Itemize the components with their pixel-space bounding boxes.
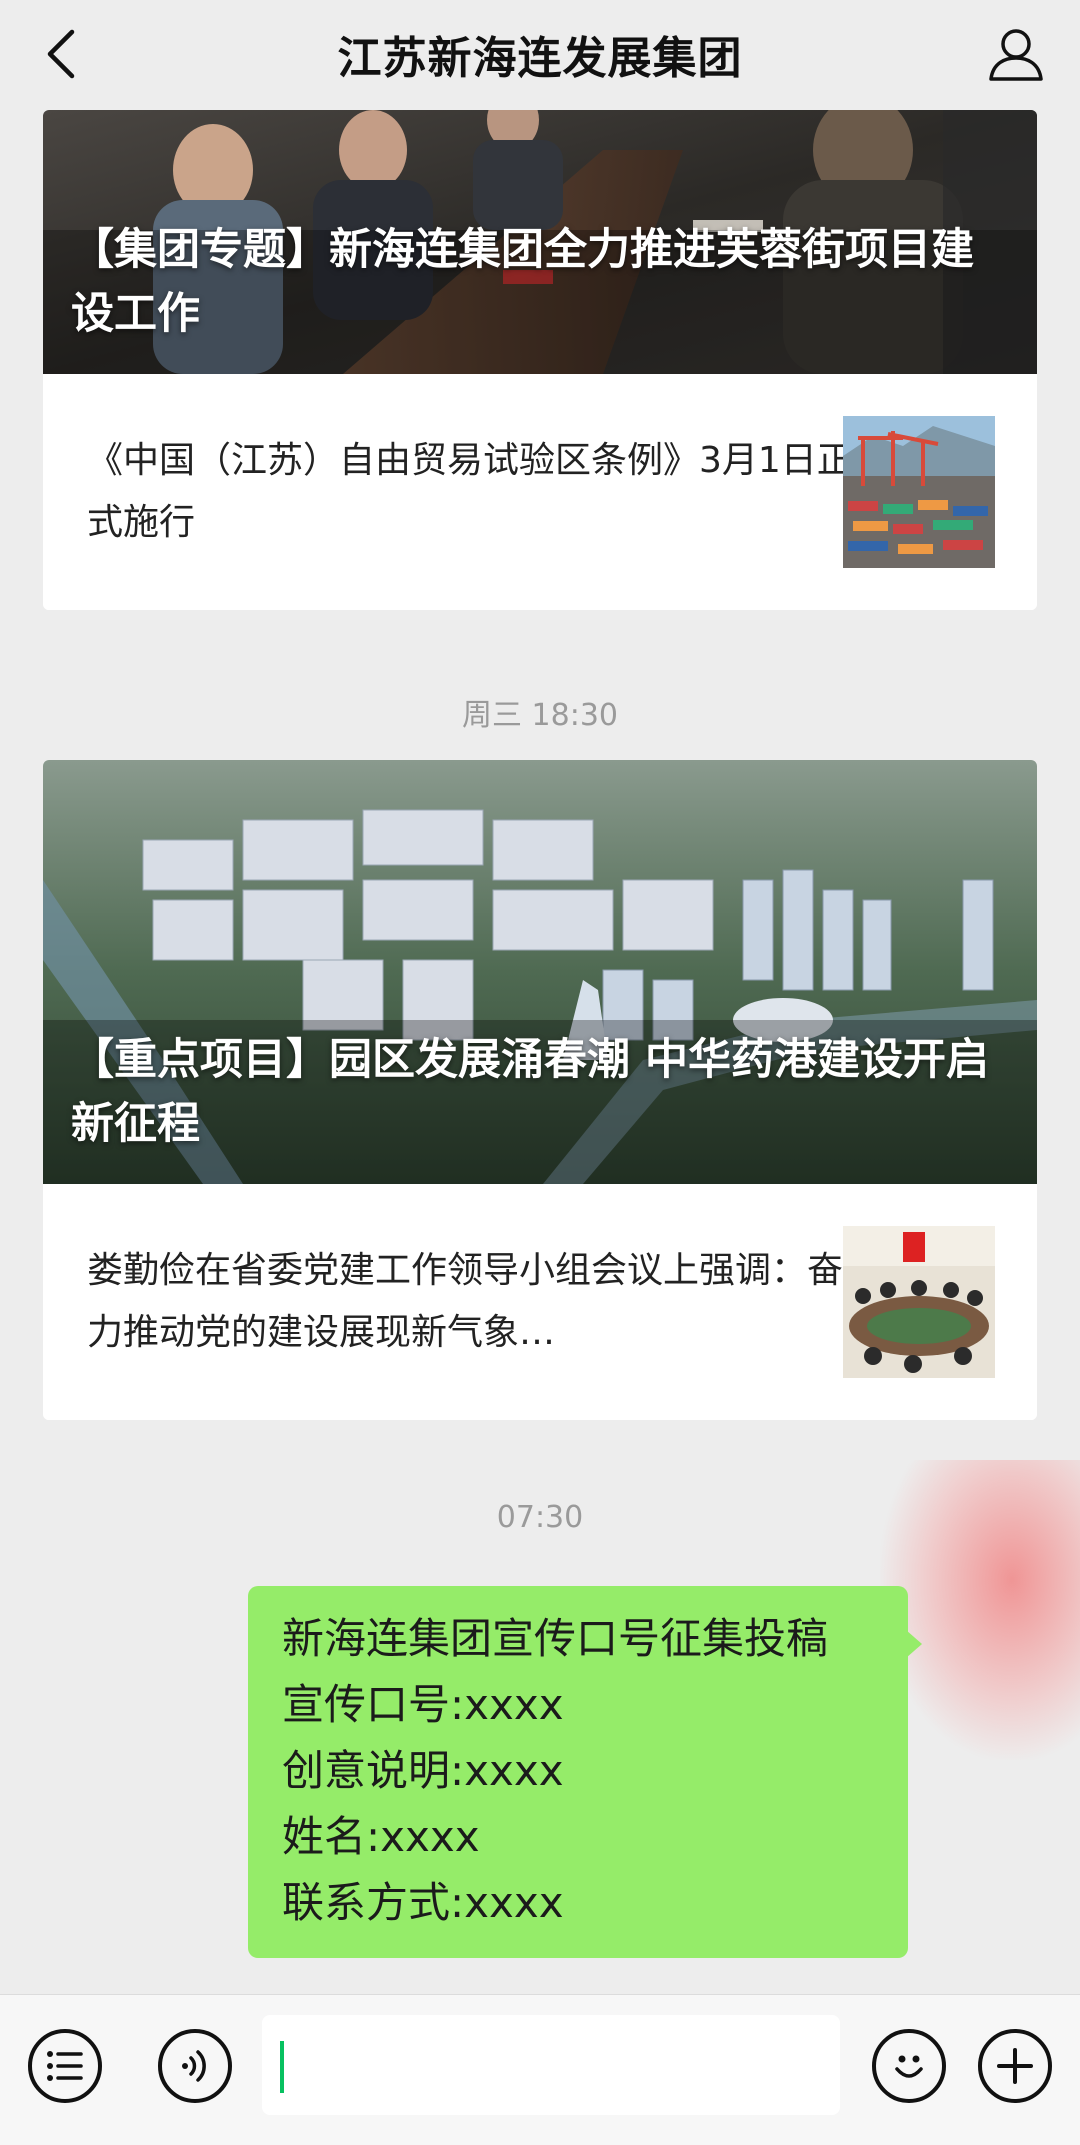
plus-icon [997, 2048, 1033, 2084]
message-input[interactable] [262, 2015, 840, 2115]
emoji-icon [895, 2055, 923, 2078]
sub-article-thumbnail [843, 1226, 995, 1378]
article-main-title: 【集团专题】新海连集团全力推进芙蓉街项目建设工作 [71, 225, 974, 339]
message-line: 宣传口号:xxxx [282, 1680, 564, 1729]
article-card: 【集团专题】新海连集团全力推进芙蓉街项目建设工作 《中国（江苏）自由贸易试验区条… [43, 110, 1037, 610]
message-line: 姓名:xxxx [282, 1812, 480, 1861]
sub-article-title: 娄勤俭在省委党建工作领导小组会议上强调：奋力推动党的建设展现新气象… [87, 1250, 844, 1353]
article-card: 【重点项目】园区发展涌春潮 中华药港建设开启新征程 娄勤俭在省委党建工作领导小组… [43, 760, 1037, 1420]
page-title: 江苏新海连发展集团 [337, 33, 743, 84]
message-line: 创意说明:xxxx [282, 1746, 564, 1795]
article-cover[interactable]: 【重点项目】园区发展涌春潮 中华药港建设开启新征程 [43, 760, 1037, 1184]
voice-button[interactable] [158, 2029, 232, 2103]
message-bubble[interactable]: 新海连集团宣传口号征集投稿 宣传口号:xxxx 创意说明:xxxx 姓名:xxx… [248, 1586, 908, 1958]
sub-article-item[interactable]: 《中国（江苏）自由贸易试验区条例》3月1日正式施行 [43, 374, 1037, 610]
profile-button[interactable] [980, 18, 1052, 90]
voice-icon [182, 2050, 206, 2082]
add-button[interactable] [978, 2029, 1052, 2103]
sub-article-title: 《中国（江苏）自由贸易试验区条例》3月1日正式施行 [87, 440, 853, 543]
conference-thumbnail-image [843, 1226, 995, 1378]
sub-article-thumbnail [843, 416, 995, 568]
emoji-button[interactable] [872, 2029, 946, 2103]
message-line: 联系方式:xxxx [282, 1878, 564, 1927]
person-icon [989, 29, 1043, 81]
text-caret [280, 2041, 284, 2093]
port-thumbnail-image [843, 416, 995, 568]
article-cover[interactable]: 【集团专题】新海连集团全力推进芙蓉街项目建设工作 [43, 110, 1037, 374]
message-line: 新海连集团宣传口号征集投稿 [282, 1614, 829, 1663]
bubble-tail [906, 1630, 922, 1658]
back-button[interactable] [30, 22, 94, 86]
chat-timestamp: 周三 18:30 [462, 698, 618, 733]
sub-article-item[interactable]: 娄勤俭在省委党建工作领导小组会议上强调：奋力推动党的建设展现新气象… [43, 1184, 1037, 1420]
chevron-left-icon [47, 29, 75, 79]
input-bar [0, 1994, 1080, 2145]
article-main-title: 【重点项目】园区发展涌春潮 中华药港建设开启新征程 [71, 1035, 989, 1149]
top-bar: 江苏新海连发展集团 [0, 0, 1080, 108]
screen-smudge [880, 1460, 1080, 1760]
menu-button[interactable] [28, 2029, 102, 2103]
menu-list-icon [47, 2051, 83, 2081]
